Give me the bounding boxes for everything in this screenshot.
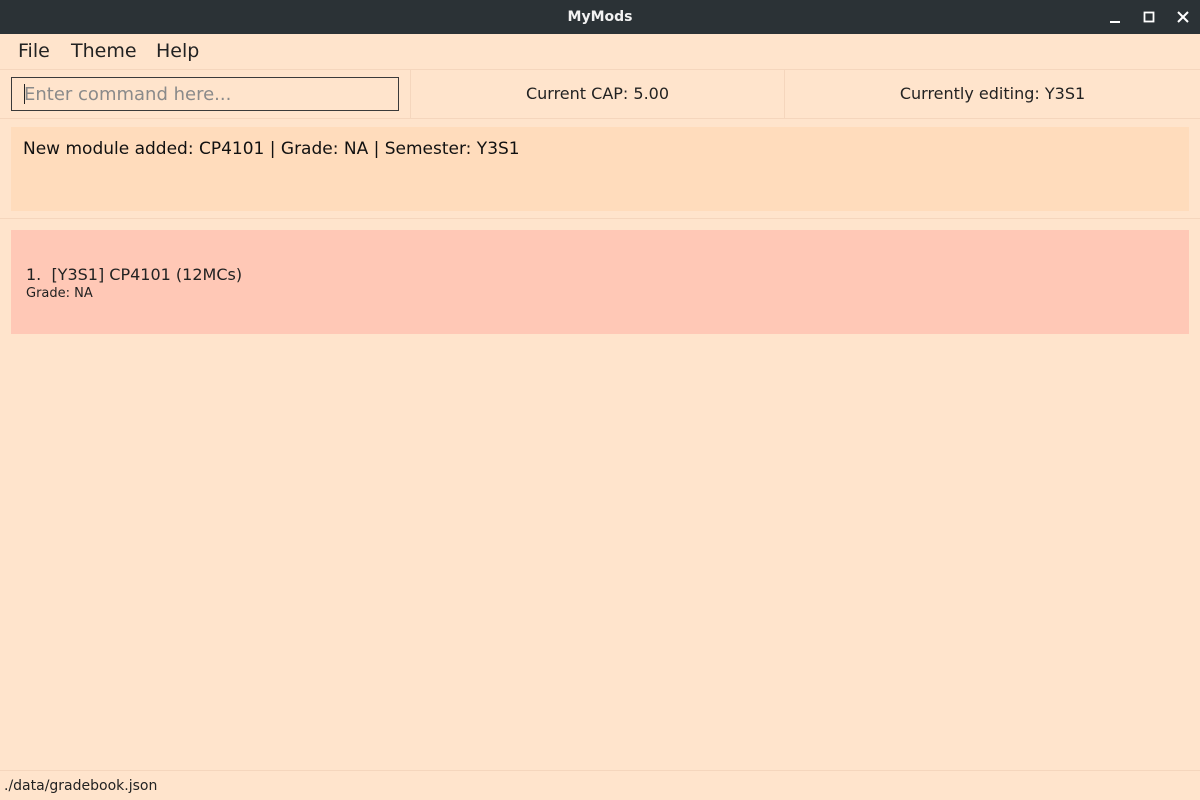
save-file-path: ./data/gradebook.json	[4, 778, 158, 794]
result-message: New module added: CP4101 | Grade: NA | S…	[11, 127, 1189, 211]
minimize-icon	[1110, 21, 1120, 23]
current-semester-label: Currently editing: Y3S1	[899, 84, 1086, 103]
close-icon	[1177, 11, 1189, 23]
module-title: 1. [Y3S1] CP4101 (12MCs)	[26, 265, 243, 284]
app-window: MyMods File Theme Help Current CAP: 5.00	[0, 0, 1200, 800]
module-grade: Grade: NA	[26, 286, 93, 301]
status-bar: ./data/gradebook.json	[0, 770, 1200, 800]
result-display-panel: New module added: CP4101 | Grade: NA | S…	[0, 119, 1200, 219]
maximize-icon	[1143, 11, 1155, 23]
module-list: 1. [Y3S1] CP4101 (12MCs) Grade: NA	[0, 220, 1200, 770]
menu-theme[interactable]: Theme	[71, 34, 137, 69]
module-card[interactable]: 1. [Y3S1] CP4101 (12MCs) Grade: NA	[11, 230, 1189, 334]
close-button[interactable]	[1173, 7, 1193, 27]
menu-help[interactable]: Help	[156, 34, 199, 69]
command-input[interactable]	[11, 77, 399, 111]
text-cursor	[24, 84, 25, 104]
window-title: MyMods	[567, 9, 633, 25]
maximize-button[interactable]	[1139, 7, 1159, 27]
command-toolbar: Current CAP: 5.00 Currently editing: Y3S…	[0, 69, 1200, 119]
current-cap-label: Current CAP: 5.00	[525, 84, 670, 103]
menu-file[interactable]: File	[18, 34, 50, 69]
minimize-button[interactable]	[1105, 7, 1125, 27]
title-bar: MyMods	[0, 0, 1200, 34]
menu-bar: File Theme Help	[0, 34, 1200, 69]
